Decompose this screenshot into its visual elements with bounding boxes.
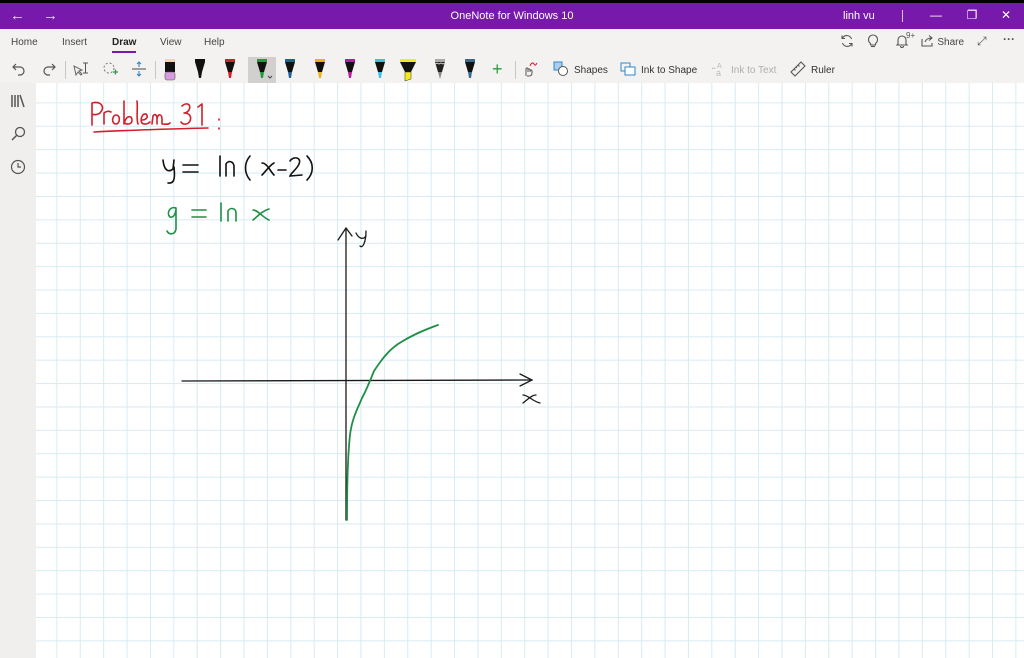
tab-insert[interactable]: Insert	[62, 37, 87, 48]
ink-to-text-icon: Aa	[710, 61, 726, 80]
pen-pen-1[interactable]	[190, 57, 210, 83]
heading-ink	[91, 100, 220, 133]
pen-pen-2[interactable]	[220, 57, 240, 83]
navigation-rail	[0, 83, 36, 658]
ruler-icon[interactable]	[790, 61, 806, 80]
ink-to-shape-icon[interactable]	[620, 61, 636, 80]
lasso-select-icon[interactable]	[101, 61, 119, 80]
type-select-icon[interactable]	[72, 61, 90, 80]
svg-text:a: a	[716, 68, 721, 77]
shapes-icon[interactable]	[553, 61, 569, 80]
pen-pencil-9[interactable]	[430, 57, 450, 83]
user-name[interactable]: linh vu	[843, 10, 875, 22]
close-button[interactable]: ✕	[998, 8, 1014, 22]
more-options-icon[interactable]: ···	[1003, 32, 1015, 46]
ink-layer	[91, 100, 541, 521]
notifications-badge: 9+	[906, 31, 916, 40]
ink-to-shape-button[interactable]: Ink to Shape	[641, 65, 697, 76]
minimize-button[interactable]: —	[928, 8, 944, 22]
pen-pen-6[interactable]	[340, 57, 360, 83]
pen-pen-10[interactable]	[460, 57, 480, 83]
onenote-window: ← → OneNote for Windows 10 linh vu — ❐ ✕…	[0, 3, 1024, 658]
equation-1-ink	[162, 155, 314, 184]
add-space-icon[interactable]	[131, 61, 147, 80]
toolbar-divider	[515, 61, 516, 79]
redo-icon[interactable]	[41, 61, 57, 80]
pen-pen-4[interactable]	[280, 57, 300, 83]
search-icon[interactable]	[10, 126, 26, 142]
x-axis-label	[522, 394, 541, 404]
share-button[interactable]: Share	[921, 34, 964, 48]
undo-icon[interactable]	[11, 61, 27, 80]
recent-notes-icon[interactable]	[10, 159, 26, 175]
graph-axes	[181, 226, 541, 521]
restore-button[interactable]: ❐	[964, 8, 980, 22]
y-axis-arrow	[337, 226, 353, 241]
x-axis	[181, 379, 533, 382]
y-axis-label	[355, 230, 367, 248]
title-bar: ← → OneNote for Windows 10 linh vu — ❐ ✕	[0, 3, 1024, 29]
equation-2-ink	[166, 202, 270, 235]
notebooks-icon[interactable]	[10, 93, 26, 109]
pen-pen-3[interactable]	[248, 57, 276, 83]
expand-icon[interactable]: ⤢	[977, 34, 987, 49]
draw-toolbar: + Shapes Ink to Shape Aa Ink to Text Rul…	[0, 55, 1024, 85]
ruler-button[interactable]: Ruler	[811, 65, 835, 76]
pen-pen-5[interactable]	[310, 57, 330, 83]
pen-highlighter-8[interactable]	[398, 57, 418, 83]
tab-view[interactable]: View	[160, 37, 182, 48]
ink-to-text-button[interactable]: Ink to Text	[731, 65, 776, 76]
tab-draw[interactable]: Draw	[112, 37, 137, 53]
toolbar-divider	[155, 61, 156, 79]
ln-x-curve	[346, 324, 439, 521]
pen-pen-7[interactable]	[370, 57, 390, 83]
note-canvas[interactable]	[36, 83, 1024, 658]
share-label: Share	[937, 37, 965, 48]
shapes-button[interactable]: Shapes	[574, 65, 608, 76]
pen-eraser-0[interactable]	[160, 57, 180, 83]
toolbar-divider	[65, 61, 66, 79]
tab-help[interactable]: Help	[204, 37, 225, 48]
tab-home[interactable]: Home	[11, 37, 38, 48]
ink-replay-icon[interactable]	[522, 61, 538, 80]
add-pen-icon[interactable]: +	[492, 59, 503, 80]
lightbulb-icon[interactable]	[867, 34, 879, 51]
title-separator	[902, 10, 903, 22]
sync-icon[interactable]	[840, 34, 854, 51]
